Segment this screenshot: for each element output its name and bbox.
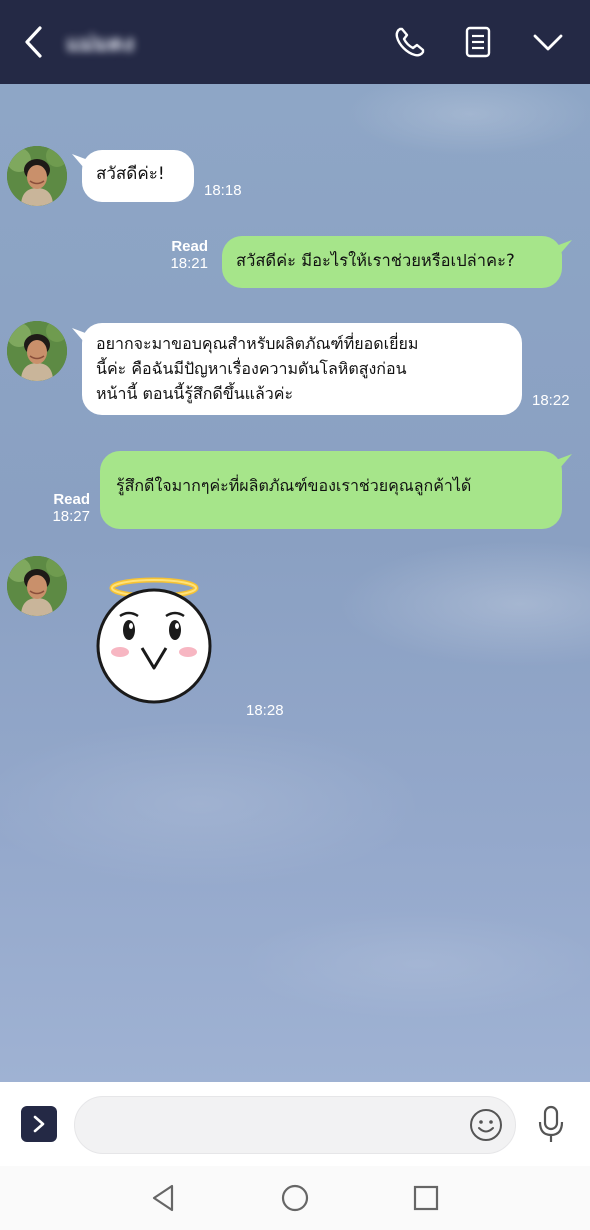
nav-back-icon[interactable] [148,1182,180,1214]
message-input[interactable] [74,1096,516,1154]
contact-avatar[interactable] [7,321,67,381]
system-nav-bar [0,1166,590,1230]
expand-button[interactable] [21,1106,57,1142]
message-meta: 18:18 [204,182,242,199]
back-icon[interactable] [22,24,46,60]
angel-face-sticker[interactable] [92,574,218,704]
chat-header: แม่มดง [0,0,590,84]
message-input-bar [0,1082,590,1166]
message-time: 18:22 [532,392,570,409]
message-bubble-incoming[interactable]: อยากจะมาขอบคุณสำหรับผลิตภัณฑ์ที่ยอดเยี่ย… [82,323,522,415]
message-bubble-outgoing[interactable]: สวัสดีค่ะ มีอะไรให้เราช่วยหรือเปล่าคะ? [222,236,562,288]
message-line: อยากจะมาขอบคุณสำหรับผลิตภัณฑ์ที่ยอดเยี่ย… [96,334,419,353]
message-bubble-outgoing[interactable]: รู้สึกดีใจมากๆค่ะที่ผลิตภัณฑ์ของเราช่วยค… [100,451,562,529]
smiley-icon[interactable] [469,1108,503,1142]
message-meta: Read 18:21 [160,238,208,272]
chevron-down-icon[interactable] [530,24,566,60]
chat-area[interactable]: สวัสดีค่ะ! 18:18 Read 18:21 สวัสดีค่ะ มี… [0,84,590,1082]
message-meta: 18:22 [532,392,570,409]
message-time: 18:27 [52,508,90,525]
message-bubble-incoming[interactable]: สวัสดีค่ะ! [82,150,194,202]
nav-home-icon[interactable] [279,1182,311,1214]
contact-name[interactable]: แม่มดง [66,26,166,58]
nav-recents-icon[interactable] [410,1182,442,1214]
contact-avatar[interactable] [7,146,67,206]
message-meta: 18:28 [246,702,284,719]
chevron-right-icon [33,1115,45,1133]
message-time: 18:18 [204,182,242,199]
read-receipt: Read [53,491,90,508]
bubble-tail [556,454,572,468]
microphone-icon[interactable] [534,1104,568,1144]
read-receipt: Read [171,238,208,255]
contact-avatar[interactable] [7,556,67,616]
message-meta: Read 18:27 [40,491,90,525]
message-line: นี้ค่ะ คือฉันมีปัญหาเรื่องความดันโลหิตสู… [96,359,407,378]
call-icon[interactable] [392,24,428,60]
bubble-tail [556,240,572,254]
notes-icon[interactable] [460,24,496,60]
message-time: 18:28 [246,702,284,719]
message-line: หน้านี้ ตอนนี้รู้สึกดีขึ้นแล้วค่ะ [96,384,294,403]
message-time: 18:21 [170,255,208,272]
